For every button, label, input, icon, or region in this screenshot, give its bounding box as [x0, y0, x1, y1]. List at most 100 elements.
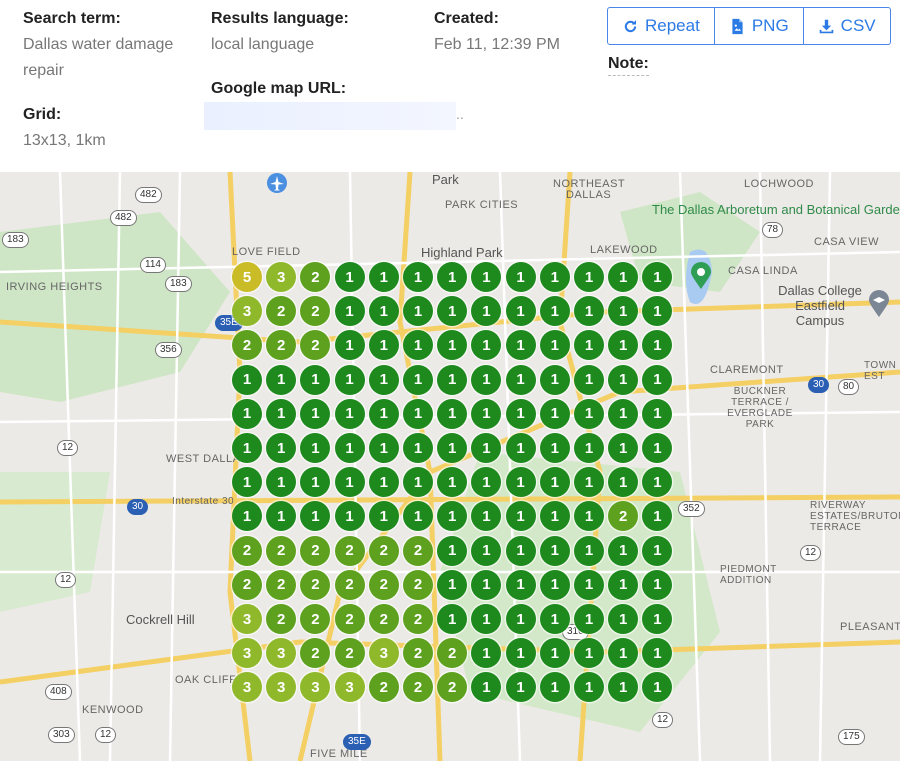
rank-marker[interactable]: 1 [608, 296, 639, 327]
rank-marker[interactable]: 1 [471, 296, 502, 327]
rank-marker[interactable]: 3 [266, 672, 297, 703]
rank-marker[interactable]: 1 [642, 535, 673, 566]
rank-marker[interactable]: 2 [266, 569, 297, 600]
rank-marker[interactable]: 1 [642, 330, 673, 361]
rank-marker[interactable]: 2 [300, 638, 331, 669]
rank-marker[interactable]: 2 [232, 330, 262, 361]
rank-marker[interactable]: 1 [608, 330, 639, 361]
rank-marker[interactable]: 1 [505, 501, 536, 532]
rank-marker[interactable]: 1 [642, 364, 673, 395]
rank-marker[interactable]: 3 [232, 296, 262, 327]
rank-marker[interactable]: 1 [539, 467, 570, 498]
rank-marker[interactable]: 1 [368, 501, 399, 532]
rank-marker[interactable]: 1 [471, 330, 502, 361]
rank-marker[interactable]: 1 [539, 672, 570, 703]
rank-marker[interactable]: 1 [505, 262, 536, 292]
rank-marker[interactable]: 1 [334, 501, 365, 532]
rank-marker[interactable]: 1 [505, 330, 536, 361]
rank-marker[interactable]: 1 [471, 638, 502, 669]
rank-marker[interactable]: 1 [608, 364, 639, 395]
rank-marker[interactable]: 1 [334, 467, 365, 498]
rank-marker[interactable]: 1 [608, 638, 639, 669]
rank-marker[interactable]: 2 [266, 296, 297, 327]
rank-marker[interactable]: 1 [300, 467, 331, 498]
rank-marker[interactable]: 1 [539, 501, 570, 532]
rank-marker[interactable]: 3 [334, 672, 365, 703]
rank-marker[interactable]: 1 [574, 672, 604, 703]
rank-marker[interactable]: 2 [368, 604, 399, 634]
rank-marker[interactable]: 1 [574, 604, 604, 634]
rank-marker[interactable]: 1 [437, 433, 468, 463]
rank-marker[interactable]: 1 [437, 398, 468, 429]
rank-marker[interactable]: 1 [608, 433, 639, 463]
rank-marker[interactable]: 2 [403, 535, 433, 566]
rank-marker[interactable]: 1 [300, 501, 331, 532]
rank-marker[interactable]: 5 [232, 262, 262, 292]
rank-marker[interactable]: 1 [334, 364, 365, 395]
rank-marker[interactable]: 2 [403, 604, 433, 634]
rank-marker[interactable]: 1 [334, 296, 365, 327]
rank-marker[interactable]: 1 [539, 398, 570, 429]
rank-marker[interactable]: 1 [334, 262, 365, 292]
rank-marker[interactable]: 1 [505, 467, 536, 498]
rank-marker[interactable]: 2 [334, 569, 365, 600]
rank-marker[interactable]: 1 [574, 535, 604, 566]
rank-marker[interactable]: 1 [539, 296, 570, 327]
rank-marker[interactable]: 1 [574, 501, 604, 532]
rank-marker[interactable]: 1 [608, 535, 639, 566]
rank-marker[interactable]: 1 [403, 501, 433, 532]
rank-marker[interactable]: 1 [403, 398, 433, 429]
rank-marker[interactable]: 1 [232, 364, 262, 395]
rank-marker[interactable]: 1 [642, 262, 673, 292]
google-map-url-link[interactable] [204, 102, 456, 130]
rank-marker[interactable]: 1 [437, 604, 468, 634]
rank-marker[interactable]: 1 [574, 262, 604, 292]
rank-marker[interactable]: 1 [539, 535, 570, 566]
rank-marker[interactable]: 1 [403, 364, 433, 395]
rank-marker[interactable]: 2 [300, 535, 331, 566]
rank-marker[interactable]: 1 [471, 467, 502, 498]
rank-marker[interactable]: 1 [574, 433, 604, 463]
rank-marker[interactable]: 1 [471, 501, 502, 532]
rank-marker[interactable]: 1 [471, 535, 502, 566]
rank-marker[interactable]: 1 [642, 467, 673, 498]
rank-marker[interactable]: 1 [403, 296, 433, 327]
rank-marker[interactable]: 1 [608, 262, 639, 292]
rank-marker[interactable]: 1 [266, 364, 297, 395]
rank-marker[interactable]: 1 [539, 569, 570, 600]
rank-marker[interactable]: 1 [403, 262, 433, 292]
rank-marker[interactable]: 1 [300, 364, 331, 395]
rank-marker[interactable]: 1 [505, 296, 536, 327]
rank-marker[interactable]: 1 [642, 638, 673, 669]
rank-marker[interactable]: 1 [232, 467, 262, 498]
rank-marker[interactable]: 1 [471, 262, 502, 292]
rank-marker[interactable]: 2 [403, 569, 433, 600]
rank-marker[interactable]: 1 [334, 330, 365, 361]
rank-marker[interactable]: 1 [642, 672, 673, 703]
rank-marker[interactable]: 1 [505, 433, 536, 463]
rank-marker[interactable]: 3 [232, 672, 262, 703]
rank-marker[interactable]: 1 [574, 330, 604, 361]
rank-marker[interactable]: 1 [437, 569, 468, 600]
rank-marker[interactable]: 1 [608, 569, 639, 600]
rank-marker[interactable]: 1 [437, 262, 468, 292]
rank-marker[interactable]: 1 [368, 330, 399, 361]
rank-marker[interactable]: 1 [437, 364, 468, 395]
png-button[interactable]: PNG [715, 8, 804, 44]
rank-marker[interactable]: 3 [266, 638, 297, 669]
rank-marker[interactable]: 2 [437, 638, 468, 669]
rank-marker[interactable]: 1 [471, 433, 502, 463]
repeat-button[interactable]: Repeat [608, 8, 715, 44]
rank-marker[interactable]: 2 [334, 604, 365, 634]
rank-marker[interactable]: 2 [300, 604, 331, 634]
rank-marker[interactable]: 1 [574, 364, 604, 395]
rank-marker[interactable]: 2 [368, 672, 399, 703]
rank-marker[interactable]: 1 [368, 364, 399, 395]
rank-marker[interactable]: 2 [266, 535, 297, 566]
rank-marker[interactable]: 2 [300, 330, 331, 361]
rank-marker[interactable]: 1 [505, 638, 536, 669]
rank-marker[interactable]: 1 [539, 433, 570, 463]
rank-marker[interactable]: 2 [334, 638, 365, 669]
rank-marker[interactable]: 1 [437, 467, 468, 498]
rank-marker[interactable]: 1 [574, 638, 604, 669]
